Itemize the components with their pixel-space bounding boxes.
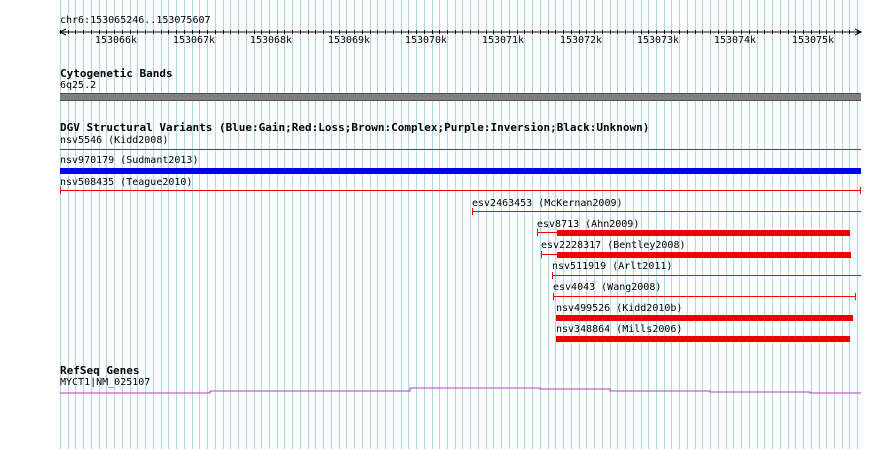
dgv-feature-label: nsv499526 (Kidd2010b) [556, 303, 683, 314]
tick-label-153067k: 153067k [172, 35, 216, 46]
feature-end-cap [60, 187, 61, 194]
cytoband-label: 6q25.2 [60, 80, 97, 91]
feature-end-cap [855, 293, 856, 300]
tick-label-153072k: 153072k [559, 35, 603, 46]
dgv-feature-label: esv2228317 (Bentley2008) [541, 240, 686, 251]
dgv-feature-label: esv4043 (Wang2008) [553, 282, 662, 293]
cytoband-bar[interactable] [60, 93, 861, 101]
dgv-feature-nsv348864[interactable] [556, 336, 850, 342]
dgv-feature-nsv970179[interactable] [60, 168, 861, 174]
genome-browser-view: chr6:153065246..153075607 153066k 153067… [0, 0, 890, 449]
dgv-feature-esv2463453[interactable] [472, 211, 861, 212]
tick-label-153070k: 153070k [404, 35, 448, 46]
dgv-feature-label: nsv970179 (Sudmant2013) [60, 155, 199, 166]
region-label: chr6:153065246..153075607 [60, 15, 211, 26]
dgv-feature-esv8713[interactable] [557, 230, 850, 236]
dgv-feature-nsv499526[interactable] [556, 315, 853, 321]
dgv-feature-label: nsv5546 (Kidd2008) [60, 135, 169, 146]
refseq-track-title: RefSeq Genes [60, 364, 140, 377]
dgv-feature-label: nsv508435 (Teague2010) [60, 177, 193, 188]
dgv-feature-nsv5546[interactable] [60, 149, 861, 150]
tick-label-153075k: 153075k [791, 35, 835, 46]
gene-model-myct1[interactable] [0, 385, 890, 397]
tick-label-153071k: 153071k [481, 35, 525, 46]
dgv-feature-nsv508435[interactable] [60, 190, 861, 191]
feature-end-cap [541, 251, 542, 258]
tick-label-153074k: 153074k [713, 35, 757, 46]
feature-end-cap [537, 229, 538, 236]
cytoband-track-title: Cytogenetic Bands [60, 67, 173, 80]
feature-end-cap [553, 293, 554, 300]
dgv-feature-nsv511919[interactable] [552, 275, 861, 276]
dgv-feature-label: nsv348864 (Mills2006) [556, 324, 683, 335]
tick-label-153066k: 153066k [94, 35, 138, 46]
tick-label-153073k: 153073k [636, 35, 680, 46]
dgv-feature-label: esv2463453 (McKernan2009) [472, 198, 623, 209]
dgv-track-title: DGV Structural Variants (Blue:Gain;Red:L… [60, 121, 650, 134]
tick-label-153068k: 153068k [249, 35, 293, 46]
feature-end-cap [860, 187, 861, 194]
feature-end-cap [472, 208, 473, 215]
dgv-feature-label: nsv511919 (Arlt2011) [552, 261, 673, 272]
dgv-feature-esv4043[interactable] [553, 296, 856, 297]
feature-end-cap [552, 272, 553, 279]
dgv-feature-esv2228317[interactable] [557, 252, 851, 258]
tick-label-153069k: 153069k [327, 35, 371, 46]
